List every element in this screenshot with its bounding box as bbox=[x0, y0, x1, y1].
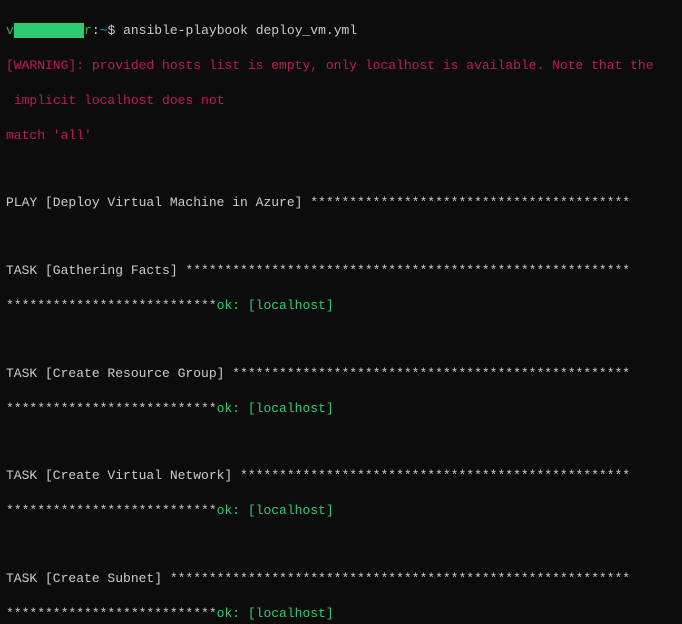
task-gathering-result: ***************************ok: [localhos… bbox=[6, 297, 676, 315]
prompt-line: vxxxxxxxxxr:~$ ansible-playbook deploy_v… bbox=[6, 22, 676, 40]
task-subnet-result: ***************************ok: [localhos… bbox=[6, 605, 676, 623]
warning-hosts-2: implicit localhost does not bbox=[6, 92, 676, 110]
task-rg-header: TASK [Create Resource Group] ***********… bbox=[6, 365, 676, 383]
play-header: PLAY [Deploy Virtual Machine in Azure] *… bbox=[6, 194, 676, 212]
warning-hosts-1: [WARNING]: provided hosts list is empty,… bbox=[6, 57, 676, 75]
task-rg-result: ***************************ok: [localhos… bbox=[6, 400, 676, 418]
ok-localhost: ok: [localhost] bbox=[217, 606, 334, 621]
prompt-redacted: xxxxxxxxx bbox=[14, 23, 84, 38]
warning-hosts-3: match 'all' bbox=[6, 127, 676, 145]
prompt-sep: : bbox=[92, 23, 100, 38]
prompt-dollar: $ bbox=[107, 23, 123, 38]
task-gathering-header: TASK [Gathering Facts] *****************… bbox=[6, 262, 676, 280]
terminal-output: vxxxxxxxxxr:~$ ansible-playbook deploy_v… bbox=[0, 0, 682, 624]
task-subnet-header: TASK [Create Subnet] *******************… bbox=[6, 570, 676, 588]
ok-localhost: ok: [localhost] bbox=[217, 298, 334, 313]
prompt-user: vxxxxxxxxxr bbox=[6, 23, 92, 38]
command-text: ansible-playbook deploy_vm.yml bbox=[123, 23, 357, 38]
task-vnet-header: TASK [Create Virtual Network] **********… bbox=[6, 467, 676, 485]
task-vnet-result: ***************************ok: [localhos… bbox=[6, 502, 676, 520]
ok-localhost: ok: [localhost] bbox=[217, 503, 334, 518]
ok-localhost: ok: [localhost] bbox=[217, 401, 334, 416]
